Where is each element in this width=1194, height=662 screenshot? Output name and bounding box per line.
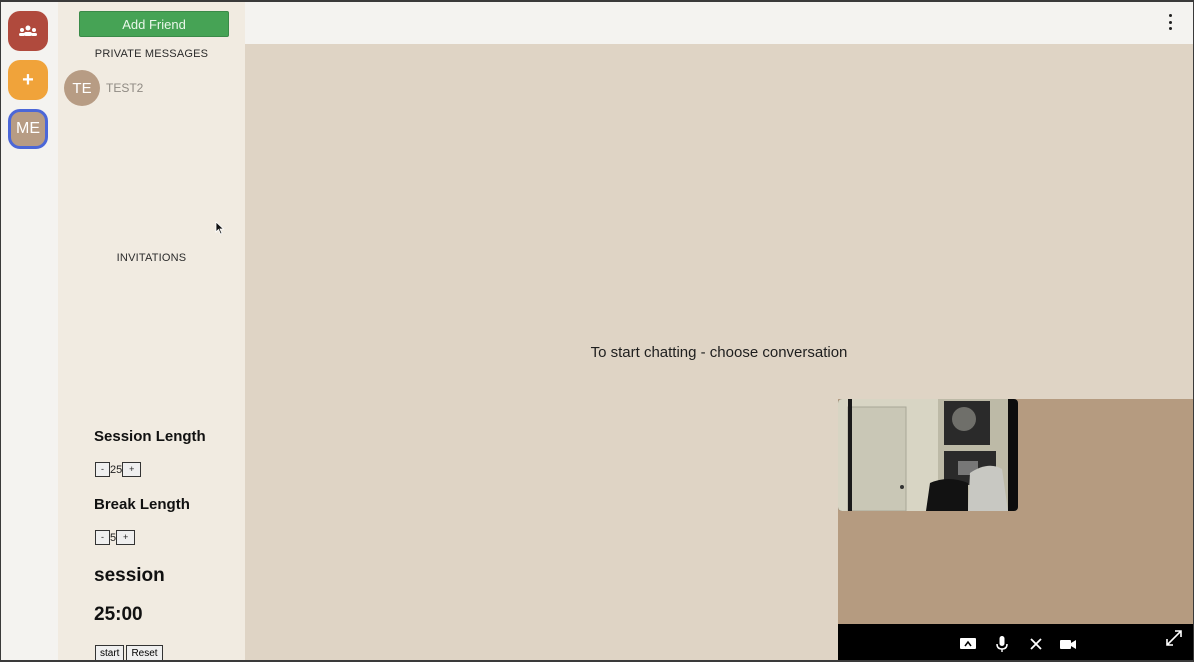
contact-avatar: TE bbox=[64, 70, 100, 106]
microphone-icon[interactable] bbox=[992, 634, 1012, 654]
avatar-initials: ME bbox=[16, 120, 40, 137]
local-video-feed bbox=[838, 399, 1018, 511]
empty-conversation-message: To start chatting - choose conversation bbox=[590, 344, 848, 361]
break-length-stepper: - 5 + bbox=[95, 530, 136, 545]
more-options-icon[interactable] bbox=[1167, 14, 1173, 30]
my-profile-avatar[interactable]: ME bbox=[8, 109, 48, 149]
contact-item[interactable]: TE TEST2 bbox=[64, 70, 143, 106]
video-call-panel bbox=[838, 399, 1193, 660]
add-server-button[interactable]: + bbox=[8, 60, 48, 100]
chat-header bbox=[245, 2, 1193, 44]
side-panel: Add Friend PRIVATE MESSAGES TE TEST2 INV… bbox=[58, 2, 245, 660]
server-rail: + ME bbox=[1, 2, 58, 660]
break-increment-button[interactable]: + bbox=[116, 530, 136, 545]
break-decrement-button[interactable]: - bbox=[95, 530, 110, 545]
timer-controls: start Reset bbox=[95, 645, 163, 660]
time-left-display: 25:00 bbox=[94, 604, 143, 625]
session-length-stepper: - 25 + bbox=[95, 462, 142, 477]
session-length-value: 25 bbox=[110, 463, 123, 476]
timer-mode-label: session bbox=[94, 565, 165, 586]
app-window: + ME Add Friend PRIVATE MESSAGES TE TEST… bbox=[0, 0, 1194, 662]
people-icon bbox=[19, 25, 37, 36]
video-controls-bar bbox=[838, 624, 1193, 660]
break-length-label: Break Length bbox=[94, 496, 190, 513]
end-call-icon[interactable] bbox=[1026, 634, 1046, 654]
start-button[interactable]: start bbox=[95, 645, 125, 660]
reset-button[interactable]: Reset bbox=[126, 645, 163, 660]
contact-name: TEST2 bbox=[106, 81, 144, 95]
add-friend-button[interactable]: Add Friend bbox=[79, 11, 229, 37]
invitations-title: INVITATIONS bbox=[116, 252, 187, 264]
fullscreen-icon[interactable] bbox=[1164, 628, 1184, 648]
private-messages-title: PRIVATE MESSAGES bbox=[94, 48, 209, 60]
session-length-label: Session Length bbox=[94, 428, 206, 445]
camera-icon[interactable] bbox=[1058, 634, 1078, 654]
session-decrement-button[interactable]: - bbox=[95, 462, 110, 477]
mouse-cursor-icon bbox=[215, 221, 225, 235]
camera-image bbox=[838, 399, 1018, 511]
screen-share-icon[interactable] bbox=[958, 634, 978, 654]
group-server-button[interactable] bbox=[8, 11, 48, 51]
session-increment-button[interactable]: + bbox=[122, 462, 142, 477]
plus-icon: + bbox=[22, 68, 34, 91]
